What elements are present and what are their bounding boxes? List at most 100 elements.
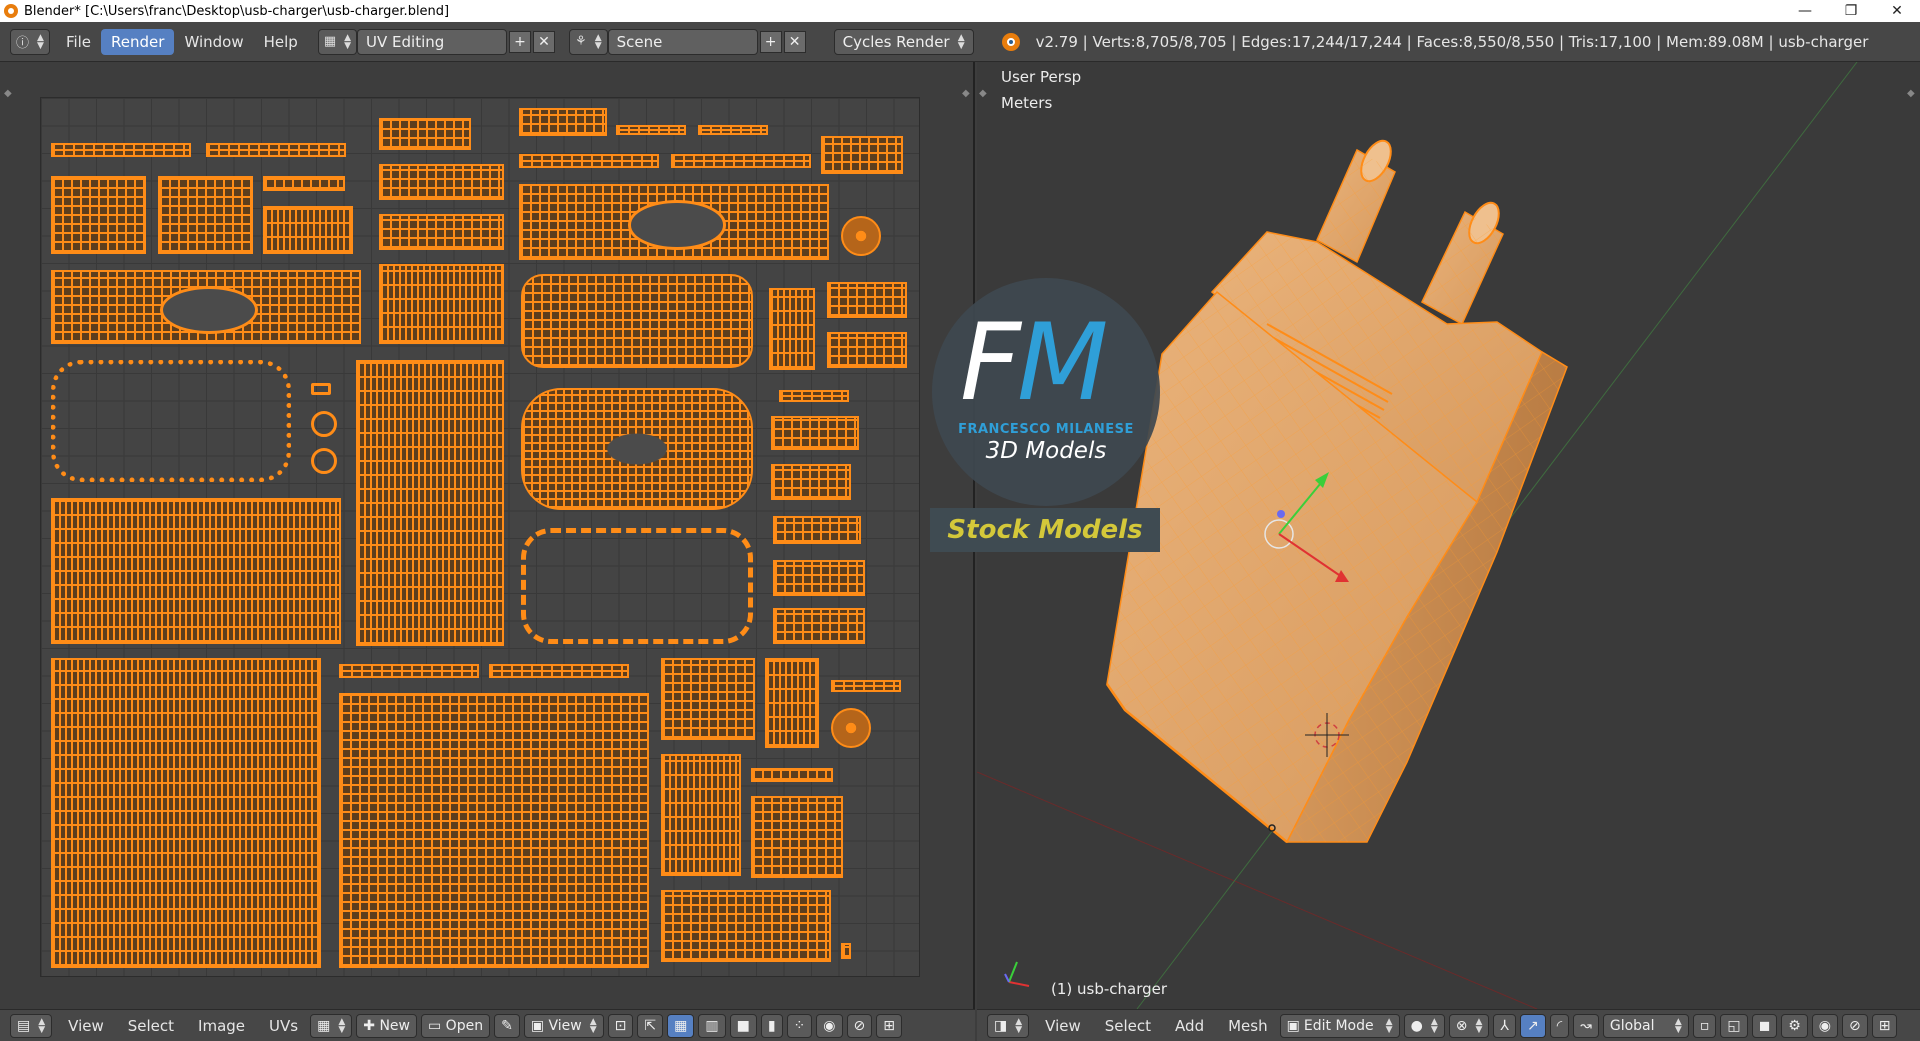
uv-island[interactable]	[339, 664, 479, 678]
island-select-icon[interactable]: ▮	[760, 1013, 783, 1038]
uv-island[interactable]	[661, 658, 755, 740]
uv-island[interactable]	[519, 184, 829, 260]
uv-island[interactable]	[841, 216, 881, 256]
image-browse-button[interactable]: ▦ ▲ ▼	[310, 1013, 353, 1038]
uv-island[interactable]	[821, 136, 903, 174]
add-screen-icon[interactable]: +	[509, 30, 532, 53]
render-engine-dropdown[interactable]: Cycles Render ▲ ▼	[833, 28, 974, 55]
menu-help[interactable]: Help	[254, 29, 308, 55]
maximize-button[interactable]: ❐	[1828, 0, 1874, 22]
charger-prong[interactable]	[1316, 136, 1397, 264]
sync-selection-icon[interactable]: ⇱	[637, 1013, 664, 1038]
uv-island[interactable]	[661, 890, 831, 962]
vertex-select-icon[interactable]: ▦	[667, 1013, 695, 1038]
uv-island[interactable]	[521, 528, 753, 644]
menu-window[interactable]: Window	[174, 29, 253, 55]
uv-island[interactable]	[356, 360, 504, 646]
uv-island[interactable]	[51, 270, 361, 344]
menu-file[interactable]: File	[56, 29, 101, 55]
uv-island[interactable]	[771, 416, 859, 450]
vp-menu-add[interactable]: Add	[1175, 1017, 1204, 1035]
pivot-point-icon[interactable]: ⊗ ▲ ▼	[1448, 1013, 1490, 1038]
uv-island[interactable]	[51, 360, 291, 482]
uv-island[interactable]	[51, 176, 146, 254]
vertex-select-mode-icon[interactable]: ▫	[1692, 1013, 1717, 1038]
uv-island[interactable]	[519, 154, 659, 168]
edge-select-icon[interactable]: ▥	[698, 1013, 726, 1038]
uv-island[interactable]	[158, 176, 253, 254]
face-select-icon[interactable]: ■	[729, 1013, 757, 1038]
charger-prong[interactable]	[1421, 198, 1505, 326]
uv-island[interactable]	[489, 664, 629, 678]
uv-island[interactable]	[521, 274, 753, 368]
snap-toggle-icon[interactable]: ⊘	[1841, 1013, 1868, 1038]
uv-island[interactable]	[773, 516, 861, 544]
uv-island[interactable]	[773, 560, 865, 596]
sticky-mode-icon[interactable]: ⁘	[786, 1013, 813, 1038]
proportional-editing-icon[interactable]: ◉	[1811, 1013, 1838, 1038]
uv-island[interactable]	[519, 108, 607, 136]
uv-island[interactable]	[521, 388, 753, 510]
screen-layout-browse-button[interactable]: ▦ ▲ ▼	[317, 28, 358, 55]
editor-type-info-button[interactable]: ⓘ ▲ ▼	[10, 28, 50, 55]
vp-menu-view[interactable]: View	[1045, 1017, 1081, 1035]
uv-image-editor[interactable]: ◆ ◆	[0, 62, 975, 1009]
translate-manipulator-icon[interactable]: ↗	[1519, 1013, 1546, 1038]
uv-island[interactable]	[616, 125, 686, 135]
uv-island[interactable]	[831, 680, 901, 692]
uv-island[interactable]	[661, 754, 741, 876]
uv-island[interactable]	[379, 264, 504, 344]
open-image-button[interactable]: ▭ Open	[420, 1013, 491, 1038]
uv-island[interactable]	[827, 282, 907, 318]
delete-screen-icon[interactable]: ✕	[533, 30, 556, 53]
vp-menu-select[interactable]: Select	[1105, 1017, 1151, 1035]
close-button[interactable]: ✕	[1874, 0, 1920, 22]
pin-icon[interactable]: ✎	[494, 1013, 520, 1038]
uv-island[interactable]	[311, 448, 337, 474]
uv-channel-icon[interactable]: ⊞	[876, 1013, 902, 1038]
transform-orientation-dropdown[interactable]: Global ▲ ▼	[1602, 1013, 1689, 1038]
uv-island[interactable]	[206, 143, 346, 157]
region-toggle-right-icon[interactable]: ◆	[962, 88, 970, 99]
uv-island[interactable]	[51, 658, 321, 968]
uv-view-dropdown[interactable]: ▣ View ▲ ▼	[523, 1013, 604, 1038]
delete-scene-icon[interactable]: ✕	[783, 30, 806, 53]
uv-island[interactable]	[379, 118, 471, 150]
vp-menu-mesh[interactable]: Mesh	[1228, 1017, 1268, 1035]
new-image-button[interactable]: ✚ New	[356, 1013, 417, 1038]
scale-manipulator-icon[interactable]: ↝	[1573, 1013, 1599, 1038]
uv-island[interactable]	[751, 768, 833, 782]
uv-island[interactable]	[765, 658, 819, 748]
uv-menu-image[interactable]: Image	[198, 1017, 245, 1035]
uv-island[interactable]	[311, 411, 337, 437]
uv-island[interactable]	[671, 154, 811, 168]
uv-island[interactable]	[779, 390, 849, 402]
screen-layout-field[interactable]: UV Editing	[357, 28, 508, 55]
uv-menu-uvs[interactable]: UVs	[269, 1017, 298, 1035]
snap-icon[interactable]: ⊘	[846, 1013, 873, 1038]
uv-island[interactable]	[698, 125, 768, 135]
uv-island[interactable]	[379, 164, 504, 200]
uv-island[interactable]	[51, 498, 341, 644]
uv-island[interactable]	[841, 943, 851, 959]
editor-type-uv-button[interactable]: ▤ ▲ ▼	[10, 1013, 53, 1038]
proportional-edit-icon[interactable]: ◉	[816, 1013, 843, 1038]
face-select-mode-icon[interactable]: ◼	[1751, 1013, 1778, 1038]
scene-field[interactable]: Scene	[607, 28, 758, 55]
uv-island[interactable]	[831, 708, 871, 748]
viewport-shading-icon[interactable]: ● ▲ ▼	[1403, 1013, 1445, 1038]
editor-type-3d-button[interactable]: ◨ ▲ ▼	[987, 1013, 1030, 1038]
uv-island[interactable]	[379, 214, 504, 250]
uv-island[interactable]	[827, 332, 907, 368]
interaction-mode-dropdown[interactable]: ▣ Edit Mode ▲ ▼	[1279, 1013, 1400, 1038]
uv-island[interactable]	[773, 608, 865, 644]
snap-element-icon[interactable]: ⊞	[1871, 1013, 1898, 1038]
menu-render[interactable]: Render	[101, 28, 175, 55]
uv-menu-select[interactable]: Select	[128, 1017, 174, 1035]
uv-island[interactable]	[263, 176, 345, 191]
uv-island[interactable]	[51, 143, 191, 157]
pivot-icon[interactable]: ⊡	[607, 1013, 634, 1038]
uv-island[interactable]	[263, 206, 353, 254]
rotate-manipulator-icon[interactable]: ◜	[1549, 1013, 1570, 1038]
edge-select-mode-icon[interactable]: ◱	[1720, 1013, 1748, 1038]
